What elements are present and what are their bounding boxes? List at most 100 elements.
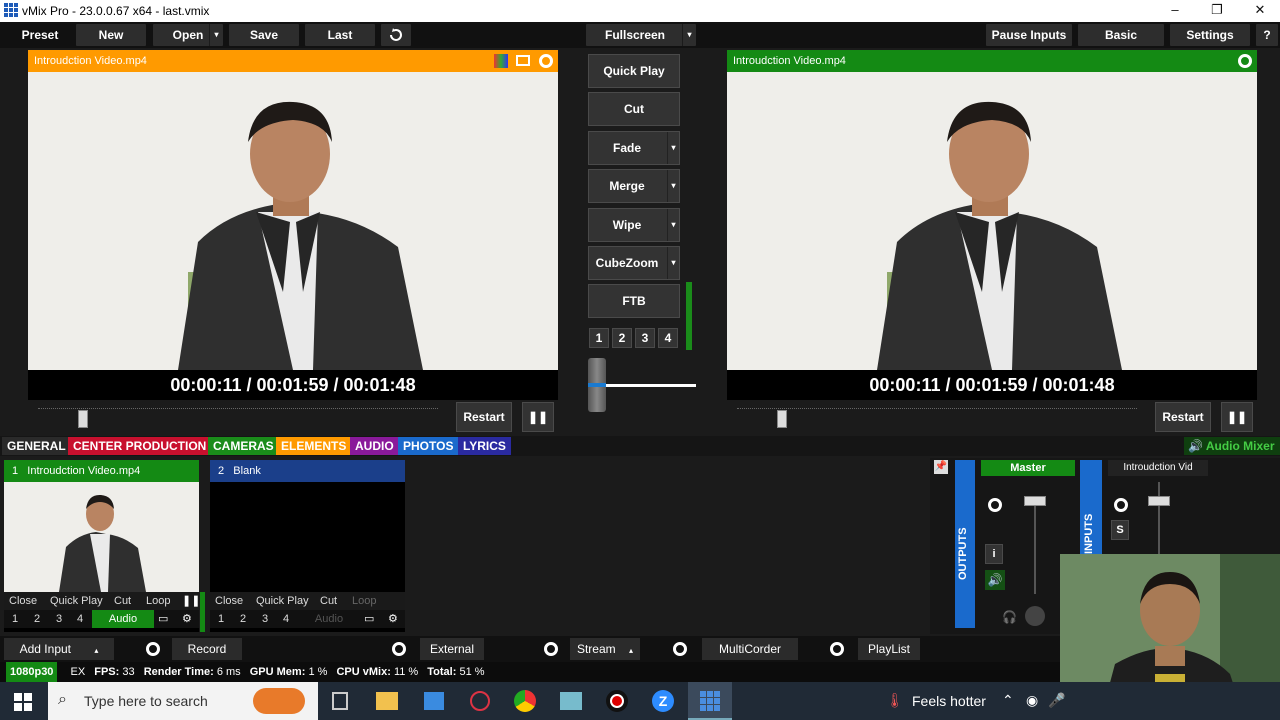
- input-2-audio-button[interactable]: Audio: [298, 610, 360, 628]
- input-1-close-button[interactable]: Close: [9, 592, 37, 610]
- fullscreen-dropdown-icon[interactable]: ▾: [682, 24, 696, 46]
- inputs-strip[interactable]: INPUTS: [1080, 460, 1102, 560]
- task-view-icon[interactable]: [332, 692, 348, 710]
- preview-pause-icon[interactable]: ❚❚: [522, 402, 554, 432]
- preset-button[interactable]: Preset: [10, 24, 70, 46]
- stream-button[interactable]: Stream ▴: [570, 638, 640, 660]
- input-1-quick-play-button[interactable]: Quick Play: [50, 592, 103, 610]
- new-button[interactable]: New: [76, 24, 146, 46]
- input-2-settings-gear-icon[interactable]: ⚙: [388, 610, 398, 628]
- tray-chevron-icon[interactable]: ⌃: [1002, 692, 1014, 709]
- input-1-cut-button[interactable]: Cut: [114, 592, 131, 610]
- multicorder-settings-gear-icon[interactable]: [673, 642, 687, 661]
- master-fader-handle[interactable]: [1024, 496, 1046, 506]
- file-explorer-icon[interactable]: [376, 692, 398, 710]
- audio-mixer-button[interactable]: 🔊 Audio Mixer: [1184, 437, 1280, 455]
- channel-solo-button[interactable]: S: [1111, 520, 1129, 540]
- channel-fader-handle[interactable]: [1148, 496, 1170, 506]
- color-bars-icon[interactable]: [494, 54, 508, 68]
- vmix-taskbar-button[interactable]: [688, 682, 732, 720]
- chrome-icon[interactable]: [514, 690, 536, 712]
- input-2-overlay-4[interactable]: 4: [283, 610, 289, 628]
- tab-lyrics[interactable]: LYRICS: [458, 437, 511, 455]
- external-button[interactable]: External: [420, 638, 484, 660]
- help-button[interactable]: ?: [1256, 24, 1278, 46]
- tab-general[interactable]: GENERAL: [2, 437, 71, 455]
- open-dropdown-icon[interactable]: ▾: [209, 24, 223, 46]
- output-restart-button[interactable]: Restart: [1155, 402, 1211, 432]
- input-card-2[interactable]: 2 Blank Close Quick Play Cut Loop 1 2 3 …: [210, 460, 405, 632]
- ftb-button[interactable]: FTB: [588, 284, 680, 318]
- output-seek-bar[interactable]: [737, 408, 1137, 414]
- pause-inputs-button[interactable]: Pause Inputs: [986, 24, 1072, 46]
- master-settings-gear-icon[interactable]: [988, 498, 1002, 512]
- window-icon[interactable]: [516, 55, 530, 66]
- stream-dropdown-icon[interactable]: ▴: [629, 646, 633, 655]
- taskbar-search-box[interactable]: ⌕ Type here to search: [48, 682, 318, 720]
- fade-dropdown-icon[interactable]: ▾: [667, 132, 679, 164]
- recorder-icon[interactable]: [606, 690, 628, 712]
- close-window-button[interactable]: ✕: [1245, 2, 1275, 20]
- input-2-monitor-icon[interactable]: ▭: [364, 610, 374, 628]
- input-card-1[interactable]: 1 Introudction Video.mp4 Close Quick Pla…: [4, 460, 200, 632]
- fade-button[interactable]: Fade ▾: [588, 131, 680, 165]
- settings-button[interactable]: Settings: [1170, 24, 1250, 46]
- input-1-loop-button[interactable]: Loop: [146, 592, 170, 610]
- cubezoom-button[interactable]: CubeZoom ▾: [588, 246, 680, 280]
- preview-settings-gear-icon[interactable]: [539, 54, 553, 68]
- playlist-settings-gear-icon[interactable]: [830, 642, 844, 661]
- add-input-dropdown-icon[interactable]: ▴: [94, 646, 98, 655]
- tab-photos[interactable]: PHOTOS: [398, 437, 459, 455]
- last-button[interactable]: Last: [305, 24, 375, 46]
- input-1-overlay-3[interactable]: 3: [56, 610, 62, 628]
- cut-button[interactable]: Cut: [588, 92, 680, 126]
- playlist-button[interactable]: PlayList: [858, 638, 920, 660]
- basic-button[interactable]: Basic: [1078, 24, 1164, 46]
- input-1-monitor-icon[interactable]: ▭: [158, 610, 168, 628]
- channel-settings-gear-icon[interactable]: [1114, 498, 1128, 512]
- input-2-overlay-1[interactable]: 1: [218, 610, 224, 628]
- master-pan-knob[interactable]: [1025, 606, 1045, 626]
- transition-4-button[interactable]: 4: [658, 328, 678, 348]
- stream-settings-gear-icon[interactable]: [544, 642, 558, 661]
- format-badge[interactable]: 1080p30: [6, 662, 58, 682]
- refresh-icon[interactable]: [381, 24, 411, 46]
- zoom-icon[interactable]: Z: [652, 690, 674, 712]
- tab-center-production[interactable]: CENTER PRODUCTION: [68, 437, 212, 455]
- tray-app-icon[interactable]: ◉: [1026, 692, 1038, 709]
- merge-dropdown-icon[interactable]: ▾: [667, 170, 679, 202]
- input-1-overlay-1[interactable]: 1: [12, 610, 18, 628]
- output-pause-icon[interactable]: ❚❚: [1221, 402, 1253, 432]
- input-2-cut-button[interactable]: Cut: [320, 592, 337, 610]
- microphone-icon[interactable]: 🎤: [1048, 692, 1065, 709]
- channel-fader-track[interactable]: [1158, 482, 1160, 562]
- master-speaker-icon[interactable]: 🔊: [985, 570, 1005, 590]
- app-icon-blue[interactable]: [424, 692, 444, 710]
- output-settings-gear-icon[interactable]: [1238, 54, 1252, 68]
- multicorder-button[interactable]: MultiCorder: [702, 638, 798, 660]
- output-seek-thumb[interactable]: [777, 410, 787, 428]
- preview-seek-thumb[interactable]: [78, 410, 88, 428]
- master-fader-track[interactable]: [1034, 498, 1036, 594]
- wipe-dropdown-icon[interactable]: ▾: [667, 209, 679, 241]
- headphones-icon[interactable]: 🎧: [1002, 610, 1017, 624]
- input-1-thumbnail[interactable]: [4, 482, 199, 592]
- input-2-quick-play-button[interactable]: Quick Play: [256, 592, 309, 610]
- tab-cameras[interactable]: CAMERAS: [208, 437, 279, 455]
- app-icon-teal[interactable]: [560, 692, 582, 710]
- record-settings-gear-icon[interactable]: [146, 642, 160, 661]
- tab-audio[interactable]: AUDIO: [350, 437, 399, 455]
- quick-play-button[interactable]: Quick Play: [588, 54, 680, 88]
- transition-2-button[interactable]: 2: [612, 328, 632, 348]
- input-2-overlay-3[interactable]: 3: [262, 610, 268, 628]
- maximize-button[interactable]: ❐: [1202, 2, 1232, 20]
- minimize-button[interactable]: –: [1160, 2, 1190, 20]
- windows-start-icon[interactable]: [14, 693, 32, 711]
- add-input-button[interactable]: Add Input ▴: [4, 638, 114, 660]
- input-1-pause-icon[interactable]: ❚❚: [182, 592, 200, 610]
- merge-button[interactable]: Merge ▾: [588, 169, 680, 203]
- input-2-thumbnail[interactable]: [210, 482, 405, 592]
- outputs-strip[interactable]: OUTPUTS: [955, 460, 975, 628]
- preview-seek-bar[interactable]: [38, 408, 438, 414]
- input-2-close-button[interactable]: Close: [215, 592, 243, 610]
